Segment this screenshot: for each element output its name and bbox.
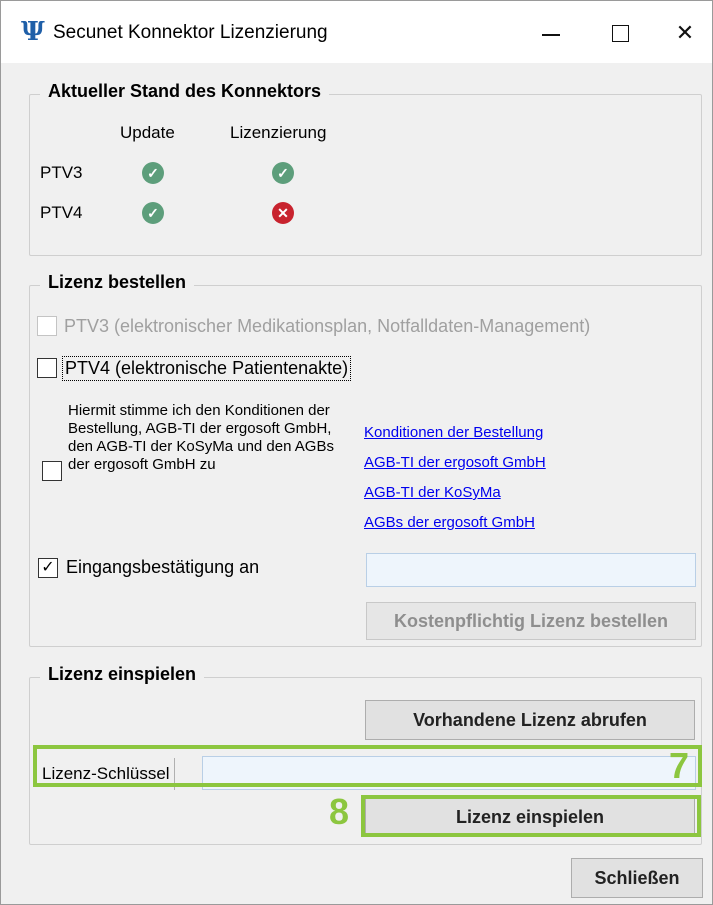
close-icon: ✕ <box>675 20 695 45</box>
checkmark-icon: ✓ <box>41 559 55 576</box>
agree-checkbox[interactable] <box>42 461 62 481</box>
install-license-button[interactable]: Lizenz einspielen <box>365 798 695 836</box>
row-label-ptv3: PTV3 <box>40 163 83 182</box>
agree-text: Hiermit stimme ich den Konditionen der B… <box>68 402 334 473</box>
window-title: Secunet Konnektor Lizenzierung <box>53 22 328 43</box>
ptv4-update-ok-icon: ✓ <box>142 202 164 224</box>
receipt-email-input[interactable] <box>366 553 696 587</box>
order-license-button[interactable]: Kostenpflichtig Lizenz bestellen <box>366 602 696 640</box>
column-header-license: Lizenzierung <box>230 123 327 142</box>
close-dialog-button[interactable]: Schließen <box>571 858 703 898</box>
fetch-license-button[interactable]: Vorhandene Lizenz abrufen <box>365 700 695 740</box>
link-agb-ti-ergosoft[interactable]: AGB-TI der ergosoft GmbH <box>364 454 546 471</box>
license-dialog: Ψ Secunet Konnektor Lizenzierung ✕ Aktue… <box>0 0 713 905</box>
row-label-ptv4: PTV4 <box>40 203 83 222</box>
order-group: Lizenz bestellen PTV3 (elektronischer Me… <box>29 272 702 647</box>
receipt-checkbox[interactable]: ✓ <box>38 558 58 578</box>
install-group: Lizenz einspielen Vorhandene Lizenz abru… <box>29 664 702 845</box>
status-group-legend: Aktueller Stand des Konnektors <box>40 81 330 102</box>
receipt-label: Eingangsbestätigung an <box>66 557 260 577</box>
minimize-icon <box>542 34 560 36</box>
title-bar: Ψ Secunet Konnektor Lizenzierung ✕ <box>1 1 712 63</box>
install-group-legend: Lizenz einspielen <box>40 664 205 685</box>
psi-icon: Ψ <box>21 17 45 47</box>
minimize-button[interactable] <box>523 11 579 55</box>
link-agbs-ergosoft[interactable]: AGBs der ergosoft GmbH <box>364 514 535 531</box>
ptv3-checkbox[interactable] <box>37 316 57 336</box>
license-key-input[interactable] <box>202 756 696 790</box>
marker-8: 8 <box>329 791 350 832</box>
order-group-legend: Lizenz bestellen <box>40 272 195 293</box>
ptv3-license-ok-icon: ✓ <box>272 162 294 184</box>
maximize-button[interactable] <box>592 11 648 55</box>
ptv3-checkbox-label: PTV3 (elektronischer Medikationsplan, No… <box>64 316 591 336</box>
close-window-button[interactable]: ✕ <box>657 11 713 55</box>
ptv4-checkbox[interactable] <box>37 358 57 378</box>
ptv4-checkbox-label: PTV4 (elektronische Patientenakte) <box>62 356 352 381</box>
license-key-label: Lizenz-Schlüssel <box>38 758 175 790</box>
status-group: Aktueller Stand des Konnektors Update Li… <box>29 81 702 256</box>
ptv3-update-ok-icon: ✓ <box>142 162 164 184</box>
marker-7: 7 <box>669 745 690 786</box>
maximize-icon <box>611 24 629 42</box>
ptv4-license-error-icon: ✕ <box>272 202 294 224</box>
link-conditions[interactable]: Konditionen der Bestellung <box>364 424 543 441</box>
link-agb-ti-kosyma[interactable]: AGB-TI der KoSyMa <box>364 484 501 501</box>
column-header-update: Update <box>120 123 175 142</box>
